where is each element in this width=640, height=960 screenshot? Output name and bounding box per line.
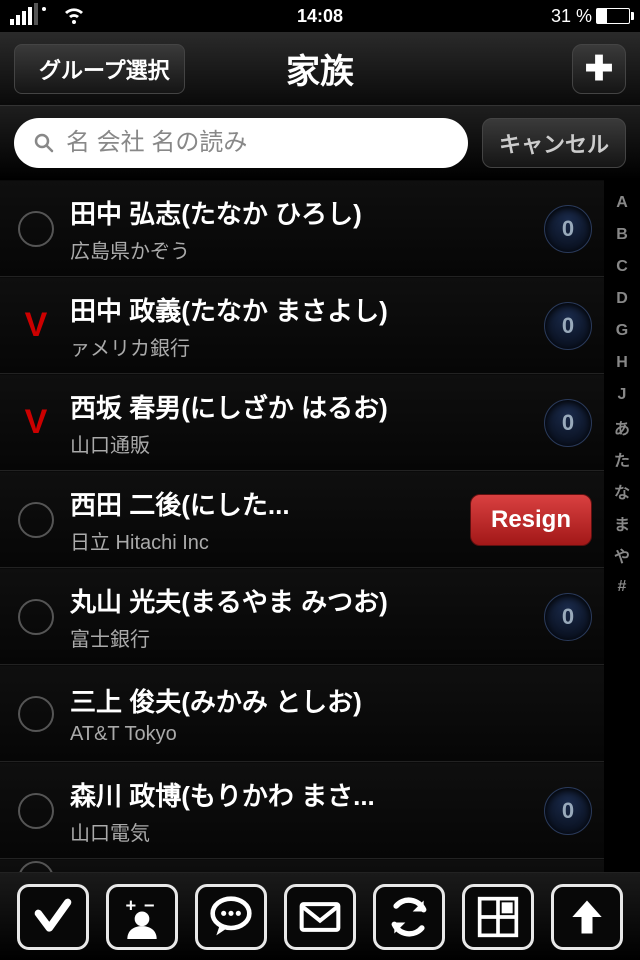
count-badge[interactable]: 0	[544, 787, 592, 835]
contact-list[interactable]: 田中 弘志(たなか ひろし) 広島県かぞう 0 V 田中 政義(たなか まさよし) ァメリ…	[0, 180, 604, 872]
contact-subtitle: 山口電気	[70, 817, 528, 846]
envelope-icon	[298, 895, 342, 939]
contact-row[interactable]: 森川 政博(もりかわ まさ... 山口電気 0	[0, 762, 604, 859]
add-button[interactable]: ✚	[572, 44, 626, 94]
index-letter[interactable]: た	[614, 444, 630, 474]
back-button[interactable]: グループ選択	[14, 44, 185, 94]
contact-subtitle: AT&T Tokyo	[70, 723, 592, 746]
contact-subtitle: 日立 Hitachi Inc	[70, 526, 454, 555]
contact-name: 丸山 光夫(まるやま みつお)	[70, 582, 528, 619]
toolbar-select-all[interactable]	[17, 884, 89, 950]
arrow-up-icon	[565, 895, 609, 939]
contact-subtitle: 富士銀行	[70, 623, 528, 652]
contact-row[interactable]: 田中 弘志(たなか ひろし) 広島県かぞう 0	[0, 180, 604, 277]
page-title: 家族	[286, 44, 354, 93]
toolbar-sync[interactable]	[373, 884, 445, 950]
wifi-icon	[62, 2, 86, 31]
count-badge[interactable]: 0	[544, 302, 592, 350]
contact-row[interactable]: 三上 俊夫(みかみ としお) AT&T Tokyo	[0, 665, 604, 762]
contact-row[interactable]	[0, 859, 604, 872]
contact-name: 三上 俊夫(みかみ としお)	[70, 682, 592, 719]
contact-subtitle: 広島県かぞう	[70, 235, 528, 264]
check-icon	[31, 895, 75, 939]
battery-indicator: 31 %	[551, 6, 630, 27]
selection-circle[interactable]	[18, 793, 54, 829]
toolbar-sms[interactable]	[195, 884, 267, 950]
index-letter[interactable]: ま	[614, 508, 630, 538]
person-plus-minus-icon: +−	[120, 895, 164, 939]
contact-name: 田中 弘志(たなか ひろし)	[70, 194, 528, 231]
index-letter[interactable]: A	[616, 188, 628, 218]
contact-row[interactable]: V 西坂 春男(にしざか はるお) 山口通販 0	[0, 374, 604, 471]
count-badge[interactable]: 0	[544, 399, 592, 447]
bottom-toolbar: +−	[0, 872, 640, 960]
selection-circle[interactable]	[18, 211, 54, 247]
index-letter[interactable]: D	[616, 284, 628, 314]
status-bar: 14:08 31 %	[0, 0, 640, 32]
index-letter[interactable]: G	[616, 316, 628, 346]
nav-bar: グループ選択 家族 ✚	[0, 32, 640, 106]
sync-icon	[387, 895, 431, 939]
status-time: 14:08	[297, 6, 343, 27]
index-letter[interactable]: J	[618, 380, 627, 410]
grid-icon	[476, 895, 520, 939]
signal-icon	[10, 7, 46, 25]
index-letter[interactable]: な	[614, 476, 630, 506]
section-index[interactable]: ABCDGHJあたなまや#	[604, 180, 640, 872]
toolbar-scroll-top[interactable]	[551, 884, 623, 950]
contact-name: 西坂 春男(にしざか はるお)	[70, 388, 528, 425]
contact-row[interactable]: 西田 二後(にした... 日立 Hitachi Inc Resign	[0, 471, 604, 568]
count-badge[interactable]: 0	[544, 593, 592, 641]
selection-circle[interactable]	[18, 861, 54, 872]
search-field-wrap[interactable]	[14, 118, 468, 168]
index-letter[interactable]: や	[614, 540, 630, 570]
checkmark-icon[interactable]: V	[18, 405, 54, 441]
cancel-button[interactable]: キャンセル	[482, 118, 626, 168]
contact-list-area: 田中 弘志(たなか ひろし) 広島県かぞう 0 V 田中 政義(たなか まさよし) ァメリ…	[0, 180, 640, 872]
toolbar-mail[interactable]	[284, 884, 356, 950]
index-letter[interactable]: B	[616, 220, 628, 250]
search-input[interactable]	[66, 129, 450, 157]
contact-name: 田中 政義(たなか まさよし)	[70, 291, 528, 328]
toolbar-grid[interactable]	[462, 884, 534, 950]
index-letter[interactable]: あ	[614, 412, 630, 442]
selection-circle[interactable]	[18, 599, 54, 635]
contact-row[interactable]: V 田中 政義(たなか まさよし) ァメリカ銀行 0	[0, 277, 604, 374]
count-badge[interactable]: 0	[544, 205, 592, 253]
contact-subtitle: ァメリカ銀行	[70, 332, 528, 361]
search-bar: キャンセル	[0, 106, 640, 180]
checkmark-icon[interactable]: V	[18, 308, 54, 344]
svg-text:+: +	[125, 895, 136, 916]
selection-circle[interactable]	[18, 502, 54, 538]
index-letter[interactable]: C	[616, 252, 628, 282]
index-letter[interactable]: H	[616, 348, 628, 378]
resign-button[interactable]: Resign	[470, 494, 592, 546]
speech-bubble-icon	[209, 895, 253, 939]
contact-row[interactable]: 丸山 光夫(まるやま みつお) 富士銀行 0	[0, 568, 604, 665]
toolbar-edit-group[interactable]: +−	[106, 884, 178, 950]
contact-name: 西田 二後(にした...	[70, 485, 454, 522]
plus-icon: ✚	[585, 49, 614, 89]
search-icon	[32, 131, 56, 155]
index-letter[interactable]: #	[618, 572, 627, 602]
contact-subtitle: 山口通販	[70, 429, 528, 458]
contact-name: 森川 政博(もりかわ まさ...	[70, 776, 528, 813]
selection-circle[interactable]	[18, 696, 54, 732]
